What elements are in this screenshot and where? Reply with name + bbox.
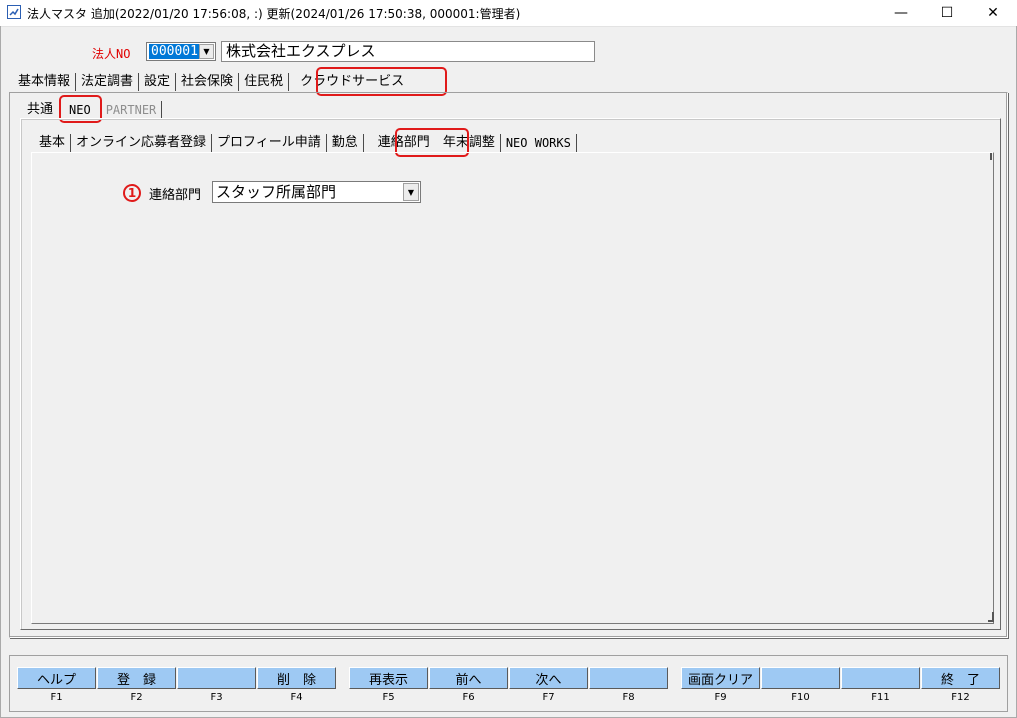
neo-tab-bar: 基本 オンライン応募者登録 プロフィール申請 勤怠 連絡部門 年末調整 NEO … [34, 133, 577, 153]
field-marker: 1 [123, 184, 141, 202]
f6-prev-button[interactable]: 前へ [429, 667, 508, 689]
tab-legal-reports[interactable]: 法定調書 [76, 73, 140, 91]
tab-online-applicant[interactable]: オンライン応募者登録 [71, 134, 213, 152]
f5-refresh-button[interactable]: 再表示 [349, 667, 428, 689]
tab-social-insurance[interactable]: 社会保険 [176, 73, 240, 91]
f9-clear-button[interactable]: 画面クリア [681, 667, 760, 689]
panel-edge-mark [990, 153, 992, 160]
f7-key-label: F7 [542, 692, 555, 703]
app-icon [7, 5, 21, 19]
tab-basic-info[interactable]: 基本情報 [13, 73, 77, 91]
tab-cloud-service[interactable]: クラウドサービス [295, 73, 410, 91]
tab-year-end[interactable]: 年末調整 [438, 134, 501, 152]
tab-neo-works[interactable]: NEO WORKS [501, 134, 577, 152]
tab-resident-tax[interactable]: 住民税 [239, 73, 290, 91]
f11-button[interactable] [841, 667, 920, 689]
close-button[interactable]: ✕ [970, 0, 1016, 26]
contact-dept-select[interactable]: スタッフ所属部門 ▼ [212, 181, 421, 203]
f11-key-label: F11 [871, 692, 890, 703]
f12-key-label: F12 [951, 692, 970, 703]
corp-no-value: 000001 [149, 44, 200, 59]
tab-common[interactable]: 共通 [23, 101, 57, 119]
tab-partner[interactable]: PARTNER [101, 101, 163, 119]
tab-contact-dept[interactable]: 連絡部門 [371, 134, 436, 152]
contact-dept-panel [31, 152, 994, 624]
tab-neo[interactable]: NEO [61, 101, 99, 119]
f3-key-label: F3 [210, 692, 223, 703]
f7-next-button[interactable]: 次へ [509, 667, 588, 689]
service-tab-bar: 共通 NEO PARTNER [23, 100, 163, 120]
tab-settings[interactable]: 設定 [139, 73, 177, 91]
corp-name-field[interactable]: 株式会社エクスプレス [221, 41, 595, 62]
tab-attendance[interactable]: 勤怠 [327, 134, 364, 152]
f2-key-label: F2 [130, 692, 143, 703]
corp-no-select[interactable]: 000001 ▼ [146, 42, 216, 61]
f6-key-label: F6 [462, 692, 475, 703]
maximize-button[interactable]: ☐ [924, 0, 970, 26]
window-title: 法人マスタ 追加(2022/01/20 17:56:08, :) 更新(2024… [27, 7, 521, 21]
f1-help-button[interactable]: ヘルプ [17, 667, 96, 689]
chevron-down-icon[interactable]: ▼ [403, 183, 419, 201]
minimize-button[interactable]: — [878, 0, 924, 26]
f5-key-label: F5 [382, 692, 395, 703]
contact-dept-value: スタッフ所属部門 [216, 183, 337, 201]
contact-dept-label: 連絡部門 [149, 188, 202, 203]
f9-key-label: F9 [714, 692, 727, 703]
chevron-down-icon[interactable]: ▼ [199, 44, 214, 59]
f3-button[interactable] [177, 667, 256, 689]
tab-neo-basic[interactable]: 基本 [34, 134, 72, 152]
f8-button[interactable] [589, 667, 668, 689]
corp-no-label: 法人NO [92, 47, 131, 61]
f2-register-button[interactable]: 登 録 [97, 667, 176, 689]
f10-button[interactable] [761, 667, 840, 689]
f4-delete-button[interactable]: 削 除 [257, 667, 336, 689]
f12-exit-button[interactable]: 終 了 [921, 667, 1000, 689]
f10-key-label: F10 [791, 692, 810, 703]
f8-key-label: F8 [622, 692, 635, 703]
f1-key-label: F1 [50, 692, 63, 703]
f4-key-label: F4 [290, 692, 303, 703]
main-tab-bar: 基本情報 法定調書 設定 社会保険 住民税 クラウドサービス [13, 72, 410, 92]
tab-profile-request[interactable]: プロフィール申請 [212, 134, 327, 152]
panel-corner-mark [988, 612, 994, 622]
